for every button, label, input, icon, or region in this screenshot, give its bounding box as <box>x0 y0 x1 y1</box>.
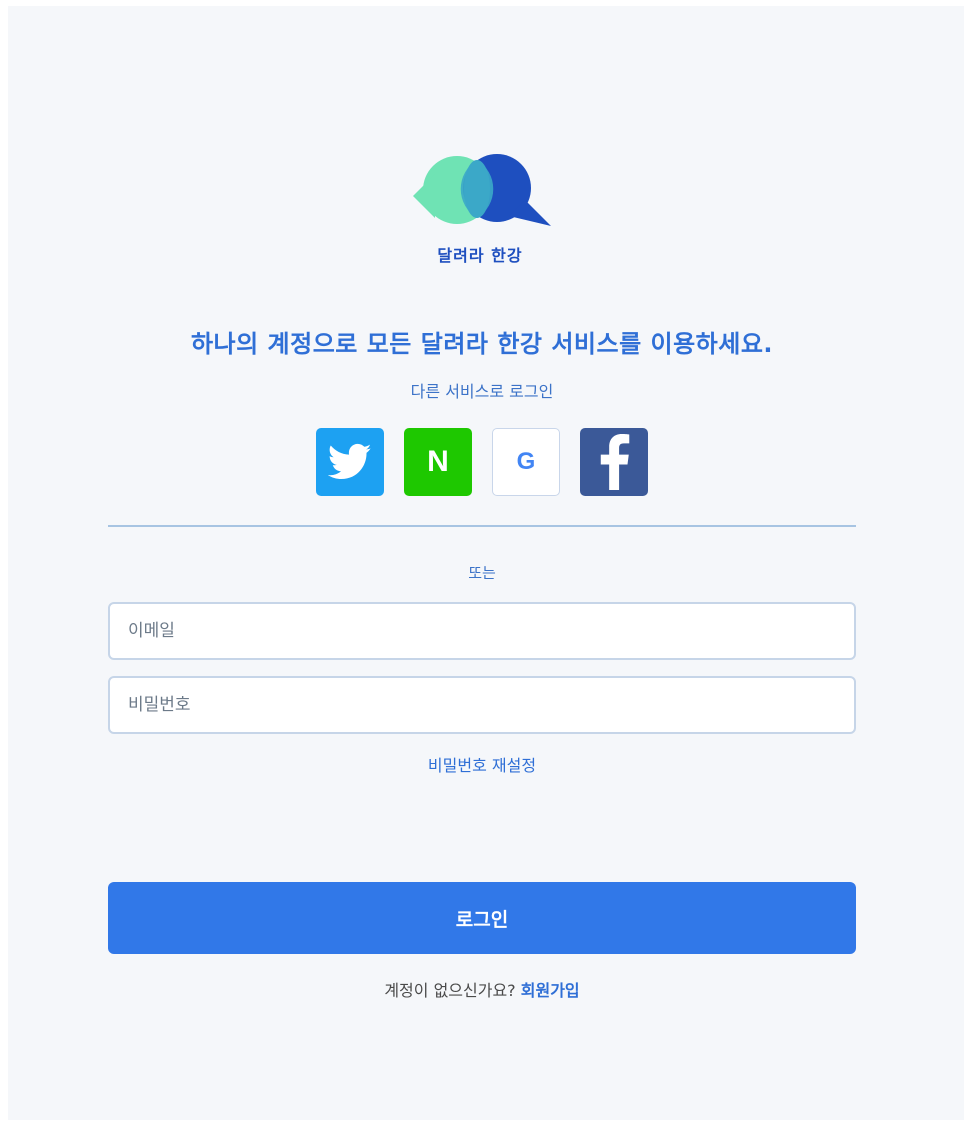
login-button[interactable]: 로그인 <box>108 882 856 954</box>
brand-logo: 달려라 한강 <box>405 150 555 270</box>
facebook-login-button[interactable] <box>580 428 648 496</box>
email-input[interactable] <box>108 602 856 660</box>
google-g-icon: G <box>516 448 536 475</box>
password-input[interactable] <box>108 676 856 734</box>
google-login-button[interactable]: G <box>492 428 560 496</box>
facebook-f-icon <box>600 434 630 490</box>
signup-prompt-line: 계정이 없으신가요? 회원가입 <box>0 977 964 1001</box>
brand-name: 달려라 한강 <box>437 246 523 265</box>
reset-password-link[interactable]: 비밀번호 재설정 <box>0 752 964 776</box>
social-login-buttons: N G <box>314 428 654 500</box>
twitter-login-button[interactable] <box>316 428 384 496</box>
social-login-label: 다른 서비스로 로그인 <box>410 382 554 401</box>
signup-link[interactable]: 회원가입 <box>521 981 580 1000</box>
speech-bubbles-logo-icon <box>413 154 551 226</box>
naver-n-icon: N <box>427 445 449 478</box>
twitter-bird-icon <box>328 443 372 480</box>
or-separator: 또는 <box>468 564 496 582</box>
page-headline: 하나의 계정으로 모든 달려라 한강 서비스를 이용하세요. <box>190 330 774 358</box>
naver-login-button[interactable]: N <box>404 428 472 496</box>
signup-prompt: 계정이 없으신가요? <box>384 981 516 1000</box>
divider <box>108 525 856 527</box>
